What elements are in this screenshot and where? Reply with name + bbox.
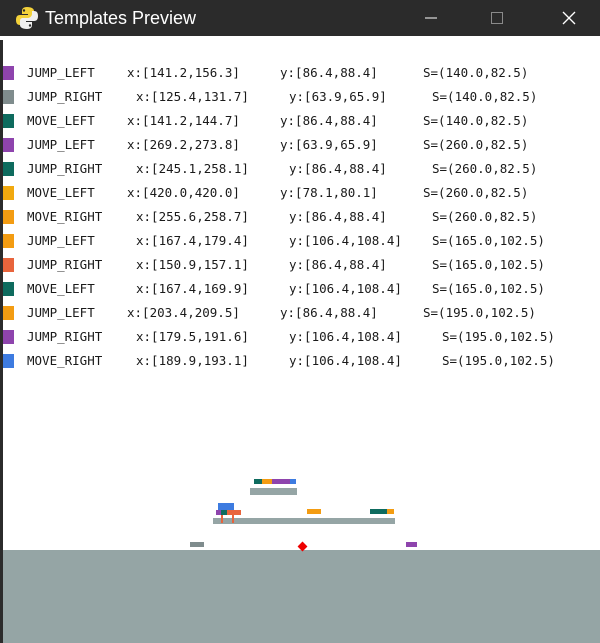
template-block <box>307 509 321 514</box>
platform-upper <box>250 488 297 495</box>
template-block <box>190 542 204 547</box>
template-block <box>233 510 241 515</box>
platform-middle <box>213 518 395 524</box>
minimize-icon <box>425 17 437 19</box>
level-scene <box>3 40 600 643</box>
ground <box>3 550 600 643</box>
template-block <box>254 479 262 484</box>
title-bar[interactable]: Templates Preview <box>0 0 600 36</box>
preview-canvas[interactable]: JUMP_LEFT x:[141.2,156.3] y:[86.4,88.4] S=(… <box>3 40 600 643</box>
template-block <box>232 515 234 523</box>
template-block <box>272 479 290 484</box>
window-title: Templates Preview <box>45 8 197 28</box>
template-block <box>387 509 394 514</box>
template-block <box>290 479 296 484</box>
template-block <box>406 542 417 547</box>
close-icon <box>562 11 576 25</box>
close-button[interactable] <box>546 0 592 36</box>
minimize-button[interactable] <box>408 0 454 36</box>
template-block <box>221 515 223 523</box>
template-block <box>370 509 387 514</box>
maximize-button[interactable] <box>474 0 520 36</box>
python-snake-icon <box>16 7 38 29</box>
template-block <box>262 479 272 484</box>
maximize-icon <box>491 12 503 24</box>
